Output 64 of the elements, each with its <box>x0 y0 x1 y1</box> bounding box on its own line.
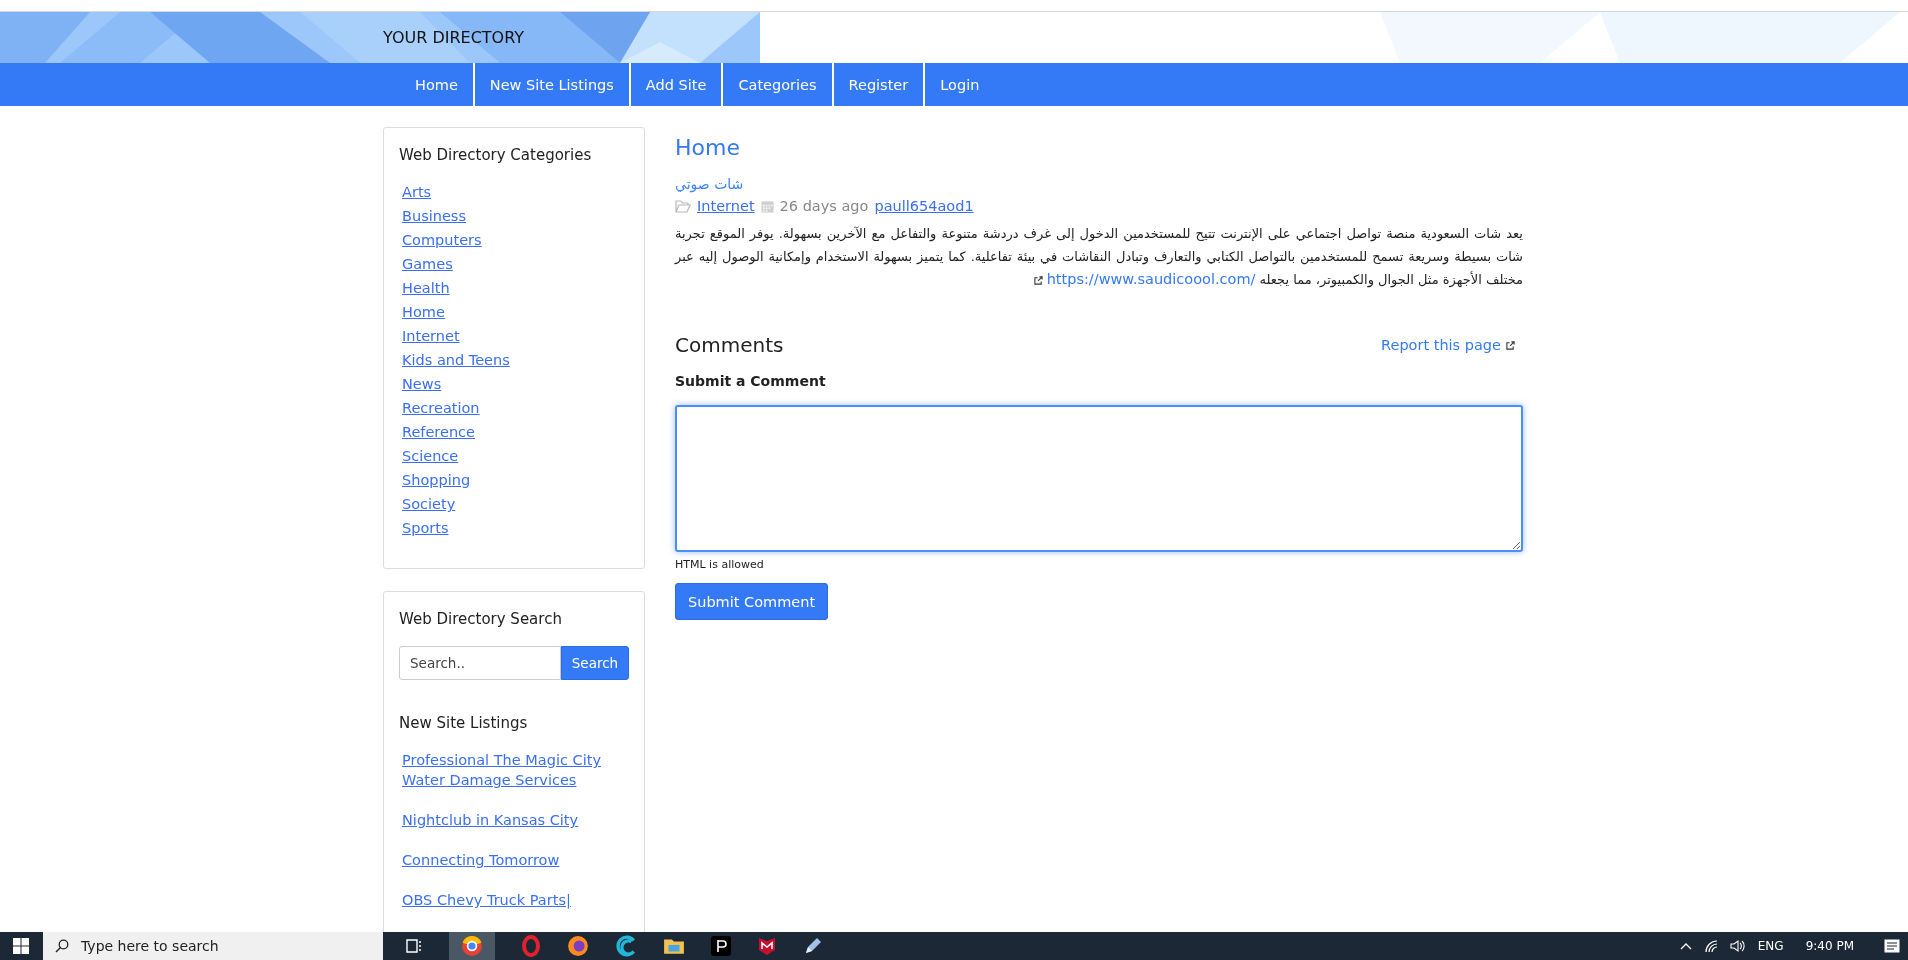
category-link[interactable]: News <box>402 374 442 394</box>
site-url-link[interactable]: https://www.saudicoool.com/ <box>1046 271 1256 287</box>
external-link-icon <box>1506 340 1515 350</box>
category-link[interactable]: Internet <box>697 198 755 214</box>
task-view-icon[interactable] <box>405 938 423 954</box>
folder-icon[interactable] <box>663 937 685 955</box>
nav-link[interactable]: Home <box>400 63 475 106</box>
search-button[interactable]: Search <box>561 646 629 680</box>
category-link[interactable]: Shopping <box>402 470 471 490</box>
page-heading: Home <box>675 135 741 160</box>
category-link[interactable]: Kids and Teens <box>402 350 510 370</box>
card-title: Web Directory Categories <box>399 146 593 164</box>
windows-start-icon[interactable] <box>13 938 29 954</box>
search-field[interactable]: Search.. <box>399 646 561 680</box>
ring-icon[interactable] <box>521 935 541 957</box>
form-title: Submit a Comment <box>675 373 827 389</box>
listing-title-link[interactable]: شات صوتي <box>675 176 1523 192</box>
calendar-icon <box>760 199 774 213</box>
nav-link[interactable]: Add Site <box>630 63 724 106</box>
language-indicator[interactable]: ENG <box>1757 939 1784 953</box>
nav-link[interactable]: Categories <box>723 63 834 106</box>
fox-icon[interactable] <box>567 935 589 957</box>
card-title: New Site Listings <box>399 714 529 732</box>
nav-link[interactable]: Register <box>833 63 926 106</box>
wifi-icon[interactable] <box>1703 939 1718 953</box>
app-icon[interactable] <box>711 936 731 956</box>
report-link[interactable]: Report this page <box>1381 337 1501 353</box>
category-link[interactable]: Society <box>402 494 456 514</box>
listing-link[interactable]: Connecting Tomorrow <box>402 850 630 870</box>
notifications-icon[interactable] <box>1884 939 1900 953</box>
category-link[interactable]: Sports <box>402 518 449 538</box>
card-title: Web Directory Search <box>399 610 563 628</box>
speaker-icon[interactable] <box>1729 939 1746 953</box>
category-link[interactable]: Games <box>402 254 453 274</box>
nav-link[interactable]: Login <box>925 63 995 106</box>
comments-heading: Comments <box>675 333 784 357</box>
category-link[interactable]: Arts <box>402 182 432 202</box>
user-link[interactable]: paull654aod1 <box>874 198 974 214</box>
listing-link[interactable]: Nightclub in Kansas City <box>402 810 630 830</box>
category-link[interactable]: Health <box>402 278 450 298</box>
category-link[interactable]: Computers <box>402 230 482 250</box>
post-age: 26 days ago <box>779 198 869 214</box>
chevron-up-icon[interactable] <box>1679 942 1692 950</box>
listing-link[interactable]: Professional The Magic City Water Damage Services <box>402 750 630 790</box>
category-link[interactable]: Home <box>402 302 445 322</box>
category-link[interactable]: Science <box>402 446 459 466</box>
submit-button[interactable]: Submit Comment <box>675 583 829 620</box>
clock[interactable]: 9:40 PM <box>1805 939 1854 953</box>
taskbar-search-field[interactable]: Type here to search <box>43 932 383 960</box>
nav-link[interactable]: New Site Listings <box>474 63 631 106</box>
browser-icon[interactable] <box>461 935 483 957</box>
category-link[interactable]: Reference <box>402 422 476 442</box>
folder-icon <box>675 199 691 213</box>
comment-field[interactable] <box>675 405 1523 552</box>
external-link-icon <box>1033 276 1043 285</box>
site-title: YOUR DIRECTORY <box>383 28 525 47</box>
category-link[interactable]: Business <box>402 206 466 226</box>
category-link[interactable]: Internet <box>402 326 460 346</box>
search-icon <box>55 939 69 953</box>
shield-icon[interactable] <box>757 935 777 957</box>
field-hint: HTML is allowed <box>675 558 765 571</box>
swirl-icon[interactable] <box>615 935 637 957</box>
category-link[interactable]: Recreation <box>402 398 480 418</box>
listing-link[interactable]: OBS Chevy Truck Parts| <box>402 890 630 910</box>
